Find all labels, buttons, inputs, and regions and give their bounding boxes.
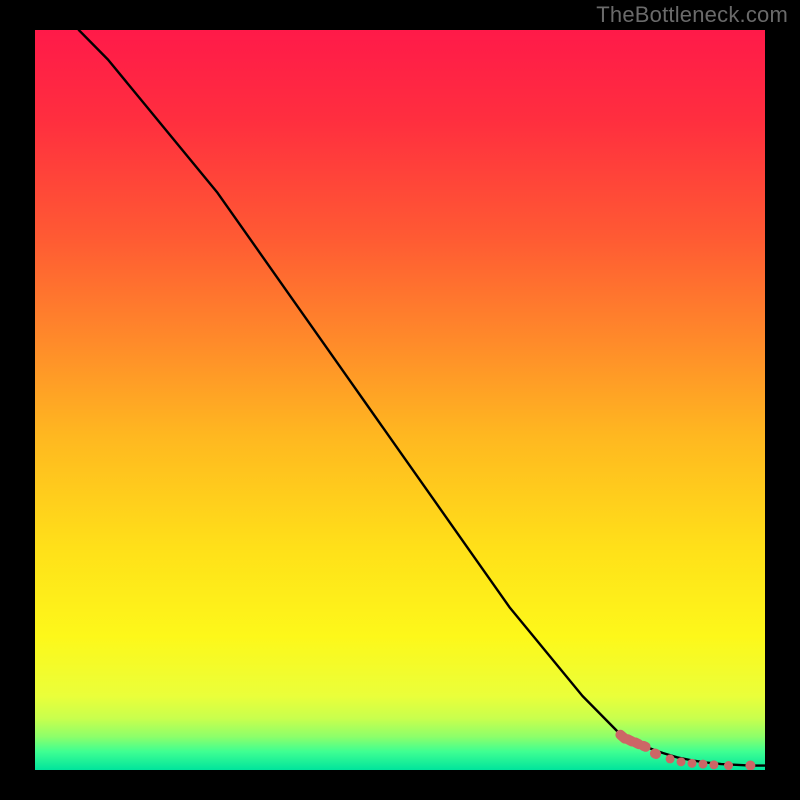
highlight-dot xyxy=(698,760,707,769)
highlight-dot xyxy=(688,759,697,768)
highlight-dots xyxy=(35,30,765,770)
highlight-dot xyxy=(709,760,718,769)
plot-area xyxy=(35,30,765,770)
highlight-dot xyxy=(666,754,675,763)
highlight-dot xyxy=(677,757,686,766)
highlight-dot xyxy=(724,761,733,770)
watermark-text: TheBottleneck.com xyxy=(596,2,788,28)
chart-frame: TheBottleneck.com xyxy=(0,0,800,800)
highlight-dot xyxy=(745,761,755,770)
highlight-dash xyxy=(648,747,662,761)
